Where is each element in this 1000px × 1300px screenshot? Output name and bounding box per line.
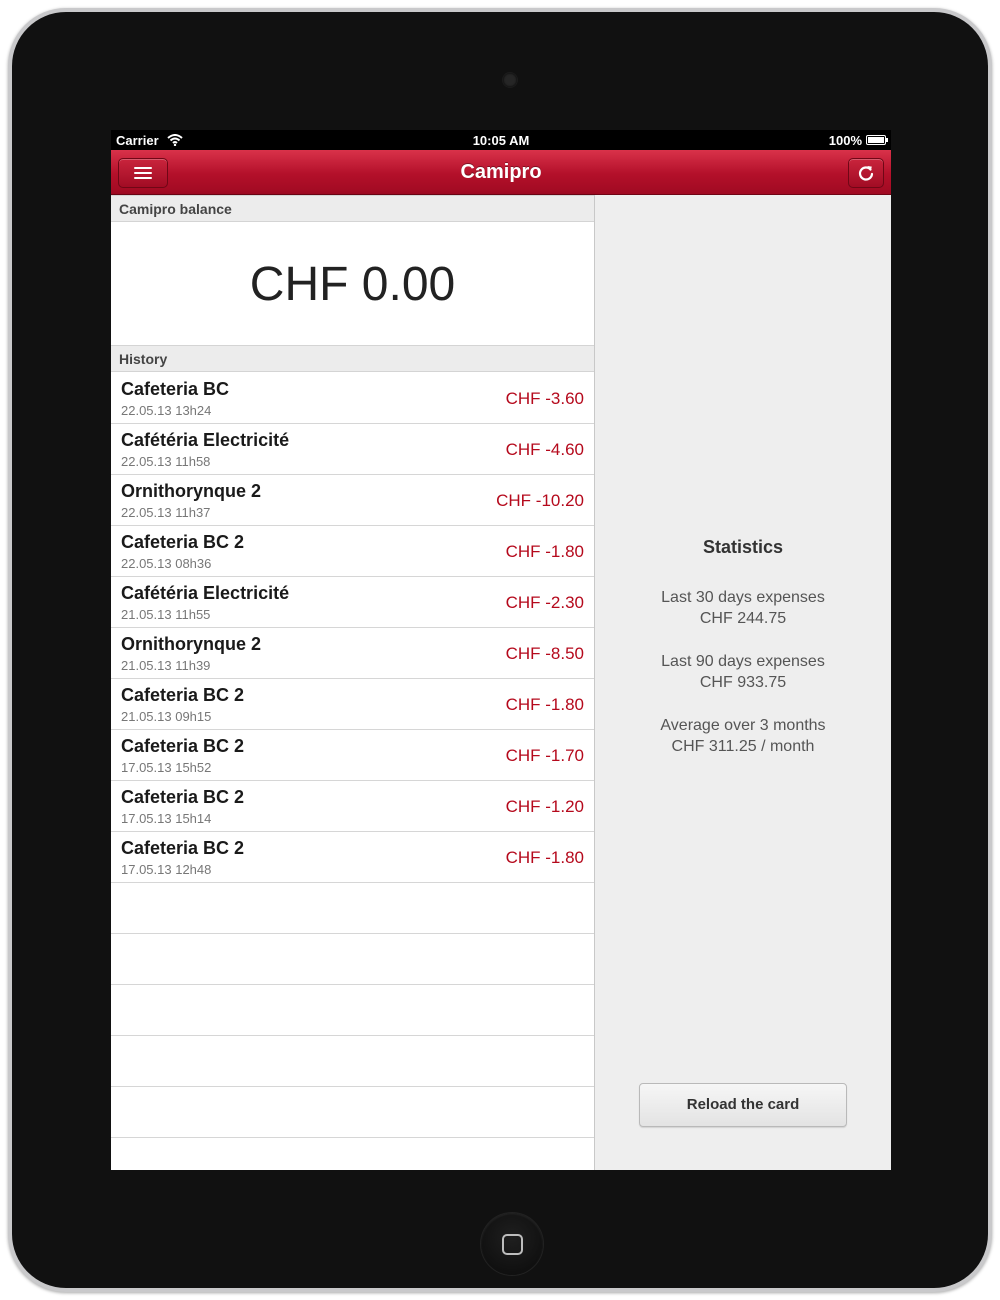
last-30-days-stat: Last 30 days expenses CHF 244.75 xyxy=(595,587,891,629)
history-row[interactable]: Cafeteria BC 22.05.13 13h24 CHF -3.60 xyxy=(111,373,594,424)
history-row-amount: CHF -1.20 xyxy=(505,797,584,816)
history-row-amount: CHF -8.50 xyxy=(505,644,584,663)
history-row-title: Ornithorynque 2 xyxy=(121,634,262,654)
balance-section-header: Camipro balance xyxy=(111,195,594,222)
history-row-amount: CHF -1.80 xyxy=(505,848,584,867)
history-row-title: Cafétéria Electricité xyxy=(121,430,290,450)
history-row[interactable]: Cafeteria BC 2 21.05.13 09h15 CHF -1.80 xyxy=(111,679,594,730)
last-90-days-label: Last 90 days expenses xyxy=(661,653,825,670)
empty-row xyxy=(111,985,594,1036)
last-90-days-value: CHF 933.75 xyxy=(699,674,787,691)
navigation-bar: Camipro xyxy=(111,150,891,195)
average-stat: Average over 3 months CHF 311.25 / month xyxy=(595,715,891,757)
history-row-title: Cafeteria BC 2 xyxy=(121,787,245,807)
history-row-title: Cafeteria BC xyxy=(121,379,230,399)
history-row-date: 22.05.13 13h24 xyxy=(121,403,212,418)
history-row-title: Ornithorynque 2 xyxy=(121,481,262,501)
battery-percent: 100% xyxy=(828,133,862,148)
last-30-days-value: CHF 244.75 xyxy=(699,610,787,627)
history-row-date: 21.05.13 11h55 xyxy=(121,607,211,622)
balance-box: CHF 0.00 xyxy=(111,222,594,345)
history-row-date: 17.05.13 15h52 xyxy=(121,760,212,775)
history-row-amount: CHF -1.80 xyxy=(505,695,584,714)
history-row-title: Cafeteria BC 2 xyxy=(121,736,245,756)
balance-value: CHF 0.00 xyxy=(249,258,456,311)
average-value: CHF 311.25 / month xyxy=(671,738,815,755)
history-row-amount: CHF -3.60 xyxy=(505,389,584,408)
refresh-button[interactable] xyxy=(848,158,884,188)
statistics-pane: Statistics Last 30 days expenses CHF 244… xyxy=(595,195,891,1170)
screen: Carrier 10:05 AM 100% Camipro Camipro ba… xyxy=(111,130,891,1170)
history-row-title: Cafeteria BC 2 xyxy=(121,838,245,858)
history-row-amount: CHF -10.20 xyxy=(496,491,584,510)
history-row-date: 22.05.13 11h37 xyxy=(121,505,211,520)
last-30-days-label: Last 30 days expenses xyxy=(661,589,825,606)
history-row-date: 21.05.13 09h15 xyxy=(121,709,212,724)
history-row-title: Cafeteria BC 2 xyxy=(121,532,245,552)
refresh-icon xyxy=(858,166,874,181)
history-row-amount: CHF -4.60 xyxy=(505,440,584,459)
status-bar: Carrier 10:05 AM 100% xyxy=(111,130,891,150)
history-row-date: 17.05.13 15h14 xyxy=(121,811,212,826)
history-row-date: 22.05.13 08h36 xyxy=(121,556,212,571)
camera-icon xyxy=(503,73,517,87)
history-row[interactable]: Cafétéria Electricité 22.05.13 11h58 CHF… xyxy=(111,424,594,475)
history-row-date: 22.05.13 11h58 xyxy=(121,454,211,469)
clock: 10:05 AM xyxy=(472,133,530,148)
history-row[interactable]: Ornithorynque 2 22.05.13 11h37 CHF -10.2… xyxy=(111,475,594,526)
history-row[interactable]: Cafeteria BC 2 22.05.13 08h36 CHF -1.80 xyxy=(111,526,594,577)
page-title: Camipro xyxy=(460,161,542,183)
home-button[interactable] xyxy=(481,1213,543,1275)
history-row-amount: CHF -1.70 xyxy=(505,746,584,765)
history-row-amount: CHF -1.80 xyxy=(505,542,584,561)
history-row[interactable]: Cafeteria BC 2 17.05.13 12h48 CHF -1.80 xyxy=(111,832,594,883)
reload-card-button[interactable]: Reload the card xyxy=(639,1083,847,1127)
history-row-date: 17.05.13 12h48 xyxy=(121,862,212,877)
history-row-title: Cafétéria Electricité xyxy=(121,583,290,603)
history-row-amount: CHF -2.30 xyxy=(505,593,584,612)
history-section-header: History xyxy=(111,345,594,372)
balance-history-pane: Camipro balance CHF 0.00 History Cafeter… xyxy=(111,195,595,1170)
empty-row xyxy=(111,1087,594,1138)
history-row[interactable]: Cafeteria BC 2 17.05.13 15h14 CHF -1.20 xyxy=(111,781,594,832)
empty-row xyxy=(111,883,594,934)
empty-row xyxy=(111,1036,594,1087)
statistics-title: Statistics xyxy=(702,537,784,557)
history-row[interactable]: Cafétéria Electricité 21.05.13 11h55 CHF… xyxy=(111,577,594,628)
history-row-date: 21.05.13 11h39 xyxy=(121,658,211,673)
empty-row xyxy=(111,934,594,985)
history-list: Cafeteria BC 22.05.13 13h24 CHF -3.60 Ca… xyxy=(111,373,594,1138)
history-row-title: Cafeteria BC 2 xyxy=(121,685,245,705)
history-row[interactable]: Ornithorynque 2 21.05.13 11h39 CHF -8.50 xyxy=(111,628,594,679)
history-row[interactable]: Cafeteria BC 2 17.05.13 15h52 CHF -1.70 xyxy=(111,730,594,781)
average-label: Average over 3 months xyxy=(660,717,826,734)
last-90-days-stat: Last 90 days expenses CHF 933.75 xyxy=(595,651,891,693)
battery-icon xyxy=(866,135,888,145)
home-square-icon xyxy=(502,1234,523,1255)
